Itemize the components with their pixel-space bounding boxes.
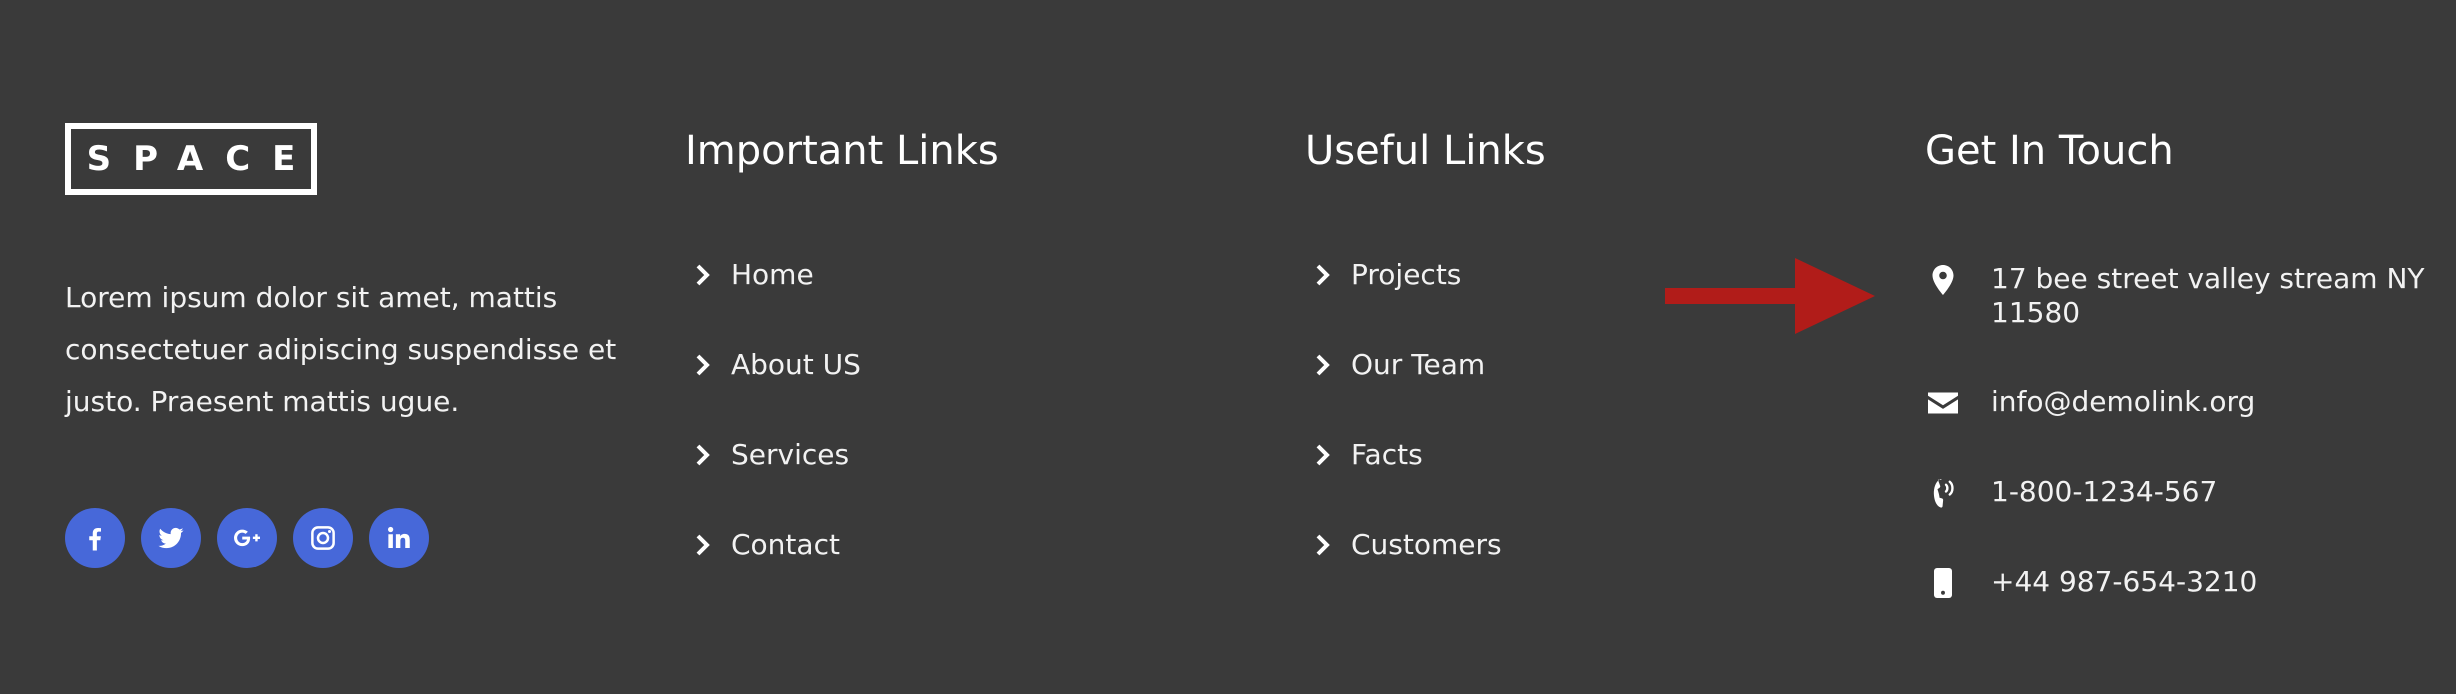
link-home[interactable]: Home [695, 258, 861, 348]
chevron-right-icon [1315, 531, 1351, 557]
contact-email[interactable]: info@demolink.org [1925, 385, 2445, 421]
link-label: About US [731, 348, 861, 381]
chevron-right-icon [1315, 261, 1351, 287]
link-facts[interactable]: Facts [1315, 438, 1502, 528]
link-label: Contact [731, 528, 840, 561]
contact-phone[interactable]: 1-800-1234-567 [1925, 475, 2445, 511]
link-label: Services [731, 438, 850, 471]
useful-links-heading: Useful Links [1305, 128, 1546, 174]
link-our-team[interactable]: Our Team [1315, 348, 1502, 438]
link-services[interactable]: Services [695, 438, 861, 528]
link-label: Customers [1351, 528, 1502, 561]
linkedin-link[interactable] [369, 508, 429, 568]
link-label: Facts [1351, 438, 1423, 471]
address-text: 17 bee street valley stream NY 11580 [1991, 262, 2425, 329]
link-projects[interactable]: Projects [1315, 258, 1502, 348]
link-about-us[interactable]: About US [695, 348, 861, 438]
chevron-right-icon [695, 351, 731, 377]
annotation-arrow-icon [1665, 258, 1875, 334]
site-logo[interactable]: SPACE [65, 123, 317, 195]
link-label: Projects [1351, 258, 1462, 291]
email-text[interactable]: info@demolink.org [1991, 385, 2431, 419]
chevron-right-icon [1315, 351, 1351, 377]
chevron-right-icon [1315, 441, 1351, 467]
mobile-text[interactable]: +44 987-654-3210 [1991, 565, 2431, 599]
mobile-phone-icon [1934, 568, 1952, 598]
linkedin-icon [388, 526, 410, 548]
about-text: Lorem ipsum dolor sit amet, mattis conse… [65, 281, 617, 418]
instagram-link[interactable] [293, 508, 353, 568]
map-marker-icon [1932, 265, 1954, 295]
contact-mobile[interactable]: +44 987-654-3210 [1925, 565, 2445, 601]
link-contact[interactable]: Contact [695, 528, 861, 618]
contact-address: 17 bee street valley stream NY 11580 [1925, 262, 2445, 330]
link-customers[interactable]: Customers [1315, 528, 1502, 618]
twitter-link[interactable] [141, 508, 201, 568]
important-links-list: Home About US Services Contact [695, 258, 861, 618]
contact-heading: Get In Touch [1925, 128, 2174, 174]
facebook-link[interactable] [65, 508, 125, 568]
phone-volume-icon [1933, 479, 1954, 508]
google-plus-link[interactable] [217, 508, 277, 568]
chevron-right-icon [695, 441, 731, 467]
link-label: Our Team [1351, 348, 1486, 381]
instagram-icon [311, 526, 335, 550]
link-label: Home [731, 258, 814, 291]
useful-links-list: Projects Our Team Facts Customers [1315, 258, 1502, 618]
social-links [65, 508, 429, 568]
phone-text[interactable]: 1-800-1234-567 [1991, 475, 2431, 509]
important-links-heading: Important Links [685, 128, 999, 174]
facebook-icon [89, 528, 101, 551]
twitter-icon [158, 527, 184, 549]
google-plus-icon [234, 529, 260, 547]
chevron-right-icon [695, 261, 731, 287]
envelope-icon [1928, 392, 1958, 414]
chevron-right-icon [695, 531, 731, 557]
